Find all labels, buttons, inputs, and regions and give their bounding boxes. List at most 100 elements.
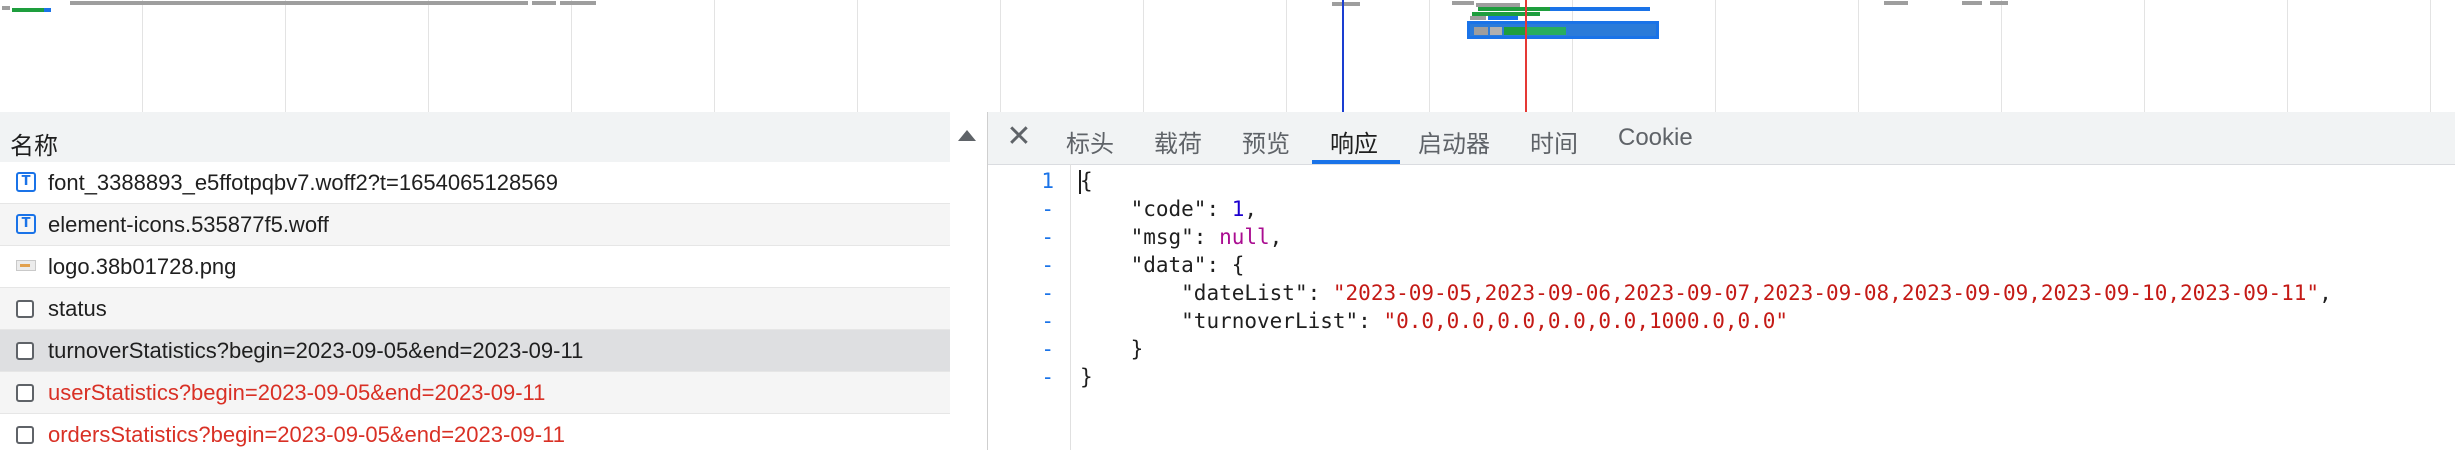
code-line: } xyxy=(1080,365,1093,389)
dom-content-loaded-marker xyxy=(1342,0,1344,112)
json-brace: } xyxy=(1080,365,1093,389)
json-brace: } xyxy=(1130,337,1144,361)
request-row[interactable]: ordersStatistics?begin=2023-09-05&end=20… xyxy=(0,414,950,450)
request-name: turnoverStatistics?begin=2023-09-05&end=… xyxy=(48,338,584,363)
request-row[interactable]: userStatistics?begin=2023-09-05&end=2023… xyxy=(0,372,950,414)
request-name: userStatistics?begin=2023-09-05&end=2023… xyxy=(48,380,546,405)
line-number: 1 xyxy=(1041,169,1054,193)
code-line: "msg": null, xyxy=(1130,225,1283,249)
json-key: "data" xyxy=(1130,253,1207,277)
code-line: { xyxy=(1080,169,1093,193)
timeline-gridline xyxy=(285,0,286,112)
timeline-gridline xyxy=(428,0,429,112)
checkbox-icon[interactable] xyxy=(16,426,34,444)
code-line: "dateList": "2023-09-05,2023-09-06,2023-… xyxy=(1181,281,2332,305)
network-timeline-overview[interactable] xyxy=(0,0,2455,113)
timeline-request-bar xyxy=(1884,1,1908,5)
font-file-icon: T xyxy=(16,172,36,192)
close-icon[interactable]: ✕ xyxy=(1004,122,1034,152)
json-null: null xyxy=(1219,225,1270,249)
fold-marker[interactable]: - xyxy=(1041,225,1054,249)
timeline-gridline xyxy=(1572,0,1573,112)
timeline-gridline xyxy=(2001,0,2002,112)
timeline-gridline xyxy=(1143,0,1144,112)
timeline-request-bar xyxy=(1332,2,1360,6)
request-row[interactable]: turnoverStatistics?begin=2023-09-05&end=… xyxy=(0,330,950,372)
request-name: status xyxy=(48,296,107,321)
timeline-request-bar xyxy=(1470,16,1486,20)
fold-marker[interactable]: - xyxy=(1041,309,1054,333)
timeline-gridline xyxy=(1858,0,1859,112)
request-row[interactable]: status xyxy=(0,288,950,330)
timeline-request-bar xyxy=(1550,7,1650,11)
checkbox-icon[interactable] xyxy=(16,300,34,318)
json-key: "msg" xyxy=(1130,225,1194,249)
fold-marker[interactable]: - xyxy=(1041,197,1054,221)
request-list-scrollbar[interactable] xyxy=(950,162,987,450)
code-line: "turnoverList": "0.0,0.0,0.0,0.0,0.0,100… xyxy=(1181,309,1789,333)
json-key: "turnoverList" xyxy=(1181,309,1359,333)
request-detail-pane: ✕ 标头 载荷 预览 响应 启动器 时间 Cookie 1 - - - - - … xyxy=(988,112,2455,450)
timeline-gridline xyxy=(2287,0,2288,112)
timeline-gridline xyxy=(2144,0,2145,112)
json-string: "0.0,0.0,0.0,0.0,0.0,1000.0,0.0" xyxy=(1383,309,1789,333)
tab-headers[interactable]: 标头 xyxy=(1066,124,1114,159)
name-column-label: 名称 xyxy=(10,133,58,160)
request-name: element-icons.535877f5.woff xyxy=(48,212,329,237)
request-list-panel: 名称 Tfont_3388893_e5ffotpqbv7.woff2?t=165… xyxy=(0,112,988,450)
request-row[interactable]: Telement-icons.535877f5.woff xyxy=(0,204,950,246)
line-number-gutter: 1 - - - - - - - xyxy=(988,164,1070,450)
timeline-gridline xyxy=(2430,0,2431,112)
request-name: font_3388893_e5ffotpqbv7.woff2?t=1654065… xyxy=(48,170,558,195)
response-code-viewer[interactable]: 1 - - - - - - - { "code": 1, "msg": null… xyxy=(988,164,2455,450)
fold-marker[interactable]: - xyxy=(1041,281,1054,305)
code-line: "data": { xyxy=(1130,253,1245,277)
json-brace: { xyxy=(1080,169,1093,193)
tab-cookies[interactable]: Cookie xyxy=(1618,124,1693,152)
json-key: "code" xyxy=(1130,197,1207,221)
code-line: } xyxy=(1080,337,1144,361)
sort-ascending-icon[interactable] xyxy=(958,130,976,141)
timeline-gridline xyxy=(1715,0,1716,112)
json-number: 1 xyxy=(1231,197,1245,221)
timeline-gridline xyxy=(571,0,572,112)
tab-initiator[interactable]: 启动器 xyxy=(1418,124,1490,159)
timeline-gridline xyxy=(1429,0,1430,112)
timeline-gridline xyxy=(857,0,858,112)
timeline-request-bar xyxy=(2,6,10,10)
checkbox-icon[interactable] xyxy=(16,342,34,360)
font-file-icon: T xyxy=(16,214,36,234)
tab-response[interactable]: 响应 xyxy=(1330,124,1378,159)
request-name: ordersStatistics?begin=2023-09-05&end=20… xyxy=(48,422,565,447)
fold-marker[interactable]: - xyxy=(1041,365,1054,389)
load-event-marker xyxy=(1525,0,1527,112)
detail-tab-bar: ✕ 标头 载荷 预览 响应 启动器 时间 Cookie xyxy=(988,112,2455,165)
timeline-request-bar xyxy=(1962,1,1982,5)
timeline-selected-request[interactable] xyxy=(1467,21,1659,39)
tab-payload[interactable]: 载荷 xyxy=(1154,124,1202,159)
fold-marker[interactable]: - xyxy=(1041,337,1054,361)
name-column-header[interactable]: 名称 xyxy=(0,112,950,163)
checkbox-icon[interactable] xyxy=(16,384,34,402)
request-row[interactable]: logo.38b01728.png xyxy=(0,246,950,288)
json-string: "2023-09-05,2023-09-06,2023-09-07,2023-0… xyxy=(1332,281,2320,305)
timeline-gridline xyxy=(714,0,715,112)
timeline-request-bar xyxy=(532,1,556,5)
timeline-request-bar xyxy=(1478,7,1550,11)
tab-preview[interactable]: 预览 xyxy=(1242,124,1290,159)
timeline-request-bar xyxy=(70,1,528,5)
timeline-gridline xyxy=(142,0,143,112)
image-file-icon xyxy=(16,260,36,271)
request-name: logo.38b01728.png xyxy=(48,254,237,279)
json-key: "dateList" xyxy=(1181,281,1308,305)
timeline-request-bar xyxy=(560,1,596,5)
request-row[interactable]: Tfont_3388893_e5ffotpqbv7.woff2?t=165406… xyxy=(0,162,950,204)
timeline-request-bar xyxy=(1452,1,1474,5)
timeline-request-bar xyxy=(12,8,44,12)
timeline-request-bar xyxy=(1488,16,1518,20)
tab-timing[interactable]: 时间 xyxy=(1530,124,1578,159)
timeline-gridline xyxy=(1000,0,1001,112)
fold-marker[interactable]: - xyxy=(1041,253,1054,277)
gutter-divider xyxy=(1070,164,1071,450)
timeline-request-bar xyxy=(44,8,51,12)
